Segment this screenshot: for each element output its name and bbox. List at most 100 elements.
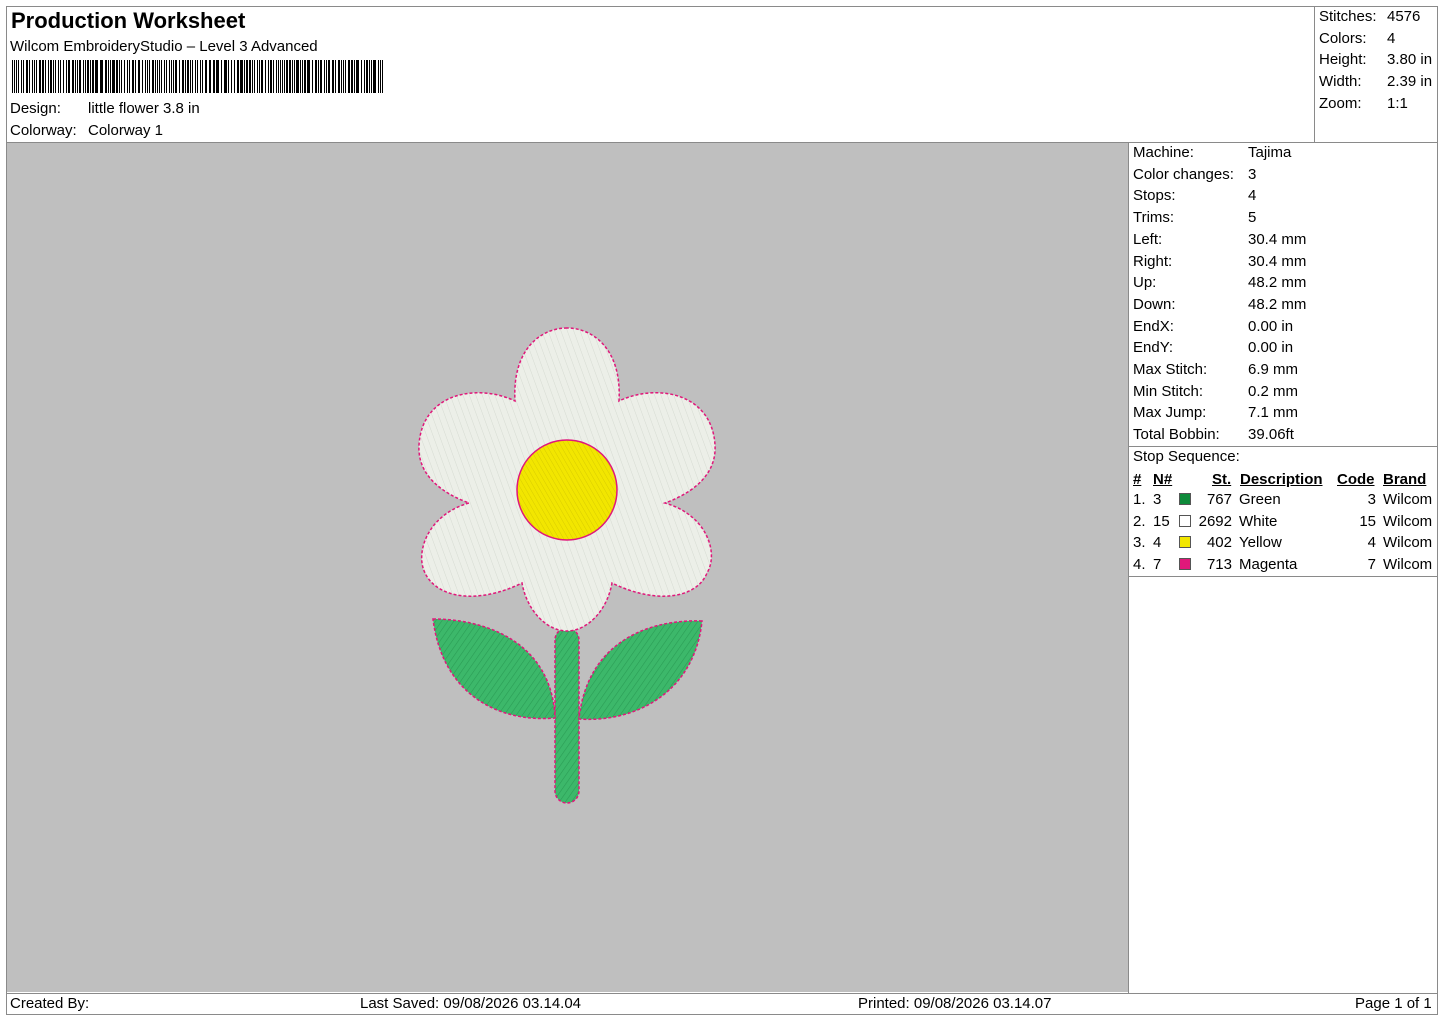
- printed-date: Printed: 09/08/2026 03.14.07: [858, 995, 1052, 1012]
- brand: Wilcom: [1383, 534, 1433, 552]
- detail-label: Up:: [1133, 274, 1157, 292]
- barcode-bar: [145, 60, 146, 93]
- barcode-bar: [345, 60, 346, 93]
- panel-divider: [1128, 143, 1129, 993]
- barcode-bar: [155, 60, 156, 93]
- stitch-count: 713: [1206, 556, 1232, 574]
- barcode-bar: [42, 60, 44, 93]
- barcode-bar: [58, 60, 59, 93]
- colorway-value: Colorway 1: [88, 122, 164, 139]
- col-description-header: Description: [1240, 471, 1323, 488]
- barcode-bar: [116, 60, 118, 93]
- flower-design: [418, 327, 716, 804]
- barcode-bar: [213, 60, 215, 93]
- summary-label: Zoom:: [1319, 94, 1362, 112]
- barcode-bar: [364, 60, 365, 93]
- barcode-bar: [332, 60, 334, 93]
- stitch-count: 2692: [1198, 512, 1232, 530]
- barcode-bar: [138, 60, 140, 93]
- barcode-bar: [228, 60, 229, 93]
- barcode-bar: [68, 60, 70, 93]
- detail-value: 48.2 mm: [1248, 295, 1307, 313]
- detail-value: Tajima: [1248, 144, 1292, 161]
- color-swatch: [1179, 493, 1191, 505]
- barcode-bar: [179, 60, 180, 93]
- barcode-bar: [190, 60, 191, 93]
- barcode-bar: [224, 60, 227, 93]
- barcode-bar: [171, 60, 172, 93]
- barcode-bar: [246, 60, 248, 93]
- left-leaf: [432, 618, 556, 720]
- barcode-bar: [182, 60, 184, 93]
- color-code: 15: [1359, 512, 1376, 530]
- barcode-bar: [26, 60, 28, 93]
- barcode-bar: [45, 60, 46, 93]
- barcode-bar: [18, 60, 19, 93]
- detail-value: 5: [1248, 209, 1257, 227]
- barcode-bar: [119, 60, 120, 93]
- barcode-bar: [83, 60, 84, 93]
- detail-value: 7.1 mm: [1248, 404, 1299, 422]
- sequence-num: 4.: [1133, 556, 1146, 574]
- barcode-bar: [110, 60, 111, 93]
- detail-value: 3: [1248, 165, 1257, 183]
- design-label: Design:: [10, 100, 61, 117]
- color-code: 4: [1367, 534, 1376, 552]
- barcode-bar: [276, 60, 277, 93]
- barcode-bar: [132, 60, 134, 93]
- color-swatch: [1179, 514, 1191, 527]
- summary-value: 1:1: [1387, 94, 1408, 112]
- barcode-bar: [244, 60, 245, 93]
- summary-label: Width:: [1319, 73, 1362, 91]
- barcode-bar: [135, 60, 136, 93]
- barcode-bar: [100, 60, 103, 93]
- barcode-bar: [36, 60, 37, 93]
- detail-label: Max Stitch:: [1133, 361, 1208, 378]
- detail-value: 6.9 mm: [1248, 361, 1299, 378]
- barcode-bar: [21, 60, 22, 93]
- barcode-bar: [63, 60, 64, 93]
- colorway-label: Colorway:: [10, 122, 77, 139]
- barcode-bar: [105, 60, 107, 93]
- barcode-bar: [169, 60, 170, 93]
- barcode-bar: [29, 60, 30, 93]
- detail-label: Machine:: [1133, 144, 1194, 161]
- design-canvas: [7, 143, 1128, 992]
- brand: Wilcom: [1383, 556, 1433, 574]
- col-brand-header: Brand: [1383, 471, 1427, 488]
- barcode-bar: [265, 60, 266, 93]
- barcode-bar: [320, 60, 322, 93]
- barcode-bar: [302, 60, 303, 93]
- page-title: Production Worksheet: [11, 8, 246, 33]
- barcode-bar: [361, 60, 362, 93]
- barcode-bar: [187, 60, 189, 93]
- detail-label: Right:: [1133, 252, 1173, 270]
- barcode-bar: [202, 60, 203, 93]
- barcode-bar: [240, 60, 243, 93]
- barcode-bar: [195, 60, 196, 93]
- summary-label: Colors:: [1319, 29, 1367, 47]
- barcode-bar: [221, 60, 222, 93]
- barcode-bar: [112, 60, 115, 93]
- col-st-header: St.: [1212, 471, 1232, 488]
- barcode-bar: [380, 60, 381, 93]
- barcode-bar: [48, 60, 49, 93]
- barcode-bar: [382, 60, 383, 93]
- barcode-bar: [284, 60, 285, 93]
- summary-value: 3.80 in: [1387, 51, 1433, 69]
- detail-value: 30.4 mm: [1248, 230, 1307, 248]
- detail-label: Trims:: [1133, 209, 1175, 227]
- barcode-bar: [157, 60, 158, 93]
- barcode-bar: [278, 60, 279, 93]
- summary-value: 4: [1387, 29, 1396, 47]
- detail-value: 48.2 mm: [1248, 274, 1307, 292]
- color-description: White: [1239, 512, 1278, 530]
- barcode-bar: [192, 60, 193, 93]
- barcode-bar: [85, 60, 86, 93]
- barcode-bar: [273, 60, 274, 93]
- barcode-bar: [34, 60, 35, 93]
- barcode-bar: [307, 60, 310, 93]
- barcode-bar: [252, 60, 253, 93]
- barcode-bar: [324, 60, 325, 93]
- barcode-bar: [77, 60, 78, 93]
